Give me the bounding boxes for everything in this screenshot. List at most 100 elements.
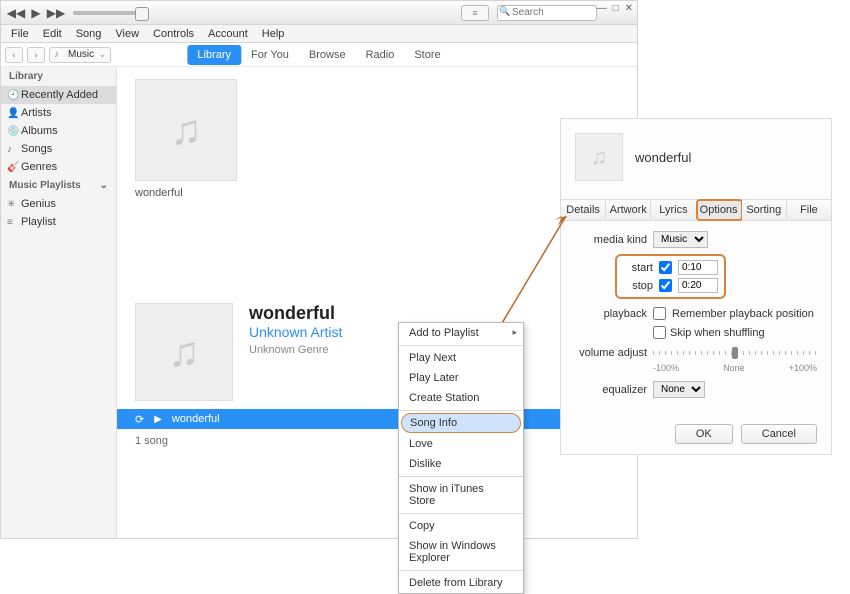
ctx-song-info[interactable]: Song Info — [401, 413, 521, 433]
media-kind-select[interactable]: Music — [653, 231, 708, 248]
forward-button[interactable]: › — [27, 47, 45, 63]
menu-song[interactable]: Song — [70, 28, 108, 40]
ctx-copy[interactable]: Copy — [399, 516, 523, 536]
ctx-love[interactable]: Love — [399, 434, 523, 454]
ctx-show-in-explorer[interactable]: Show in Windows Explorer — [399, 536, 523, 568]
music-note-icon: ♫ — [168, 328, 200, 376]
ctx-play-next[interactable]: Play Next — [399, 348, 523, 368]
remember-label: Remember playback position — [672, 308, 814, 320]
library-selector[interactable]: Music — [49, 47, 111, 63]
skip-checkbox[interactable] — [653, 326, 666, 339]
album-name: wonderful — [135, 187, 619, 199]
prev-button[interactable]: ◀◀ — [7, 4, 25, 22]
equalizer-label: equalizer — [575, 384, 647, 396]
menu-account[interactable]: Account — [202, 28, 254, 40]
dialog-tab-options[interactable]: Options — [697, 200, 742, 220]
now-playing-title: wonderful — [172, 413, 220, 425]
dialog-tab-sorting[interactable]: Sorting — [742, 200, 787, 220]
clock-icon: 🕘 — [7, 90, 19, 101]
dialog-tab-artwork[interactable]: Artwork — [606, 200, 651, 220]
maximize-button[interactable]: □ — [613, 3, 619, 14]
guitar-icon: 🎸 — [7, 162, 19, 173]
ok-button[interactable]: OK — [675, 424, 733, 444]
sidebar-item-recently-added[interactable]: 🕘Recently Added — [1, 86, 116, 104]
menu-view[interactable]: View — [109, 28, 145, 40]
menu-help[interactable]: Help — [256, 28, 291, 40]
sidebar-item-playlist[interactable]: ≡Playlist — [1, 213, 116, 231]
dialog-tab-file[interactable]: File — [787, 200, 831, 220]
now-playing-row[interactable]: ⟳ ▶ wonderful — [117, 409, 637, 429]
tab-browse[interactable]: Browse — [299, 45, 356, 65]
ctx-delete[interactable]: Delete from Library — [399, 573, 523, 593]
volume-slider[interactable] — [73, 11, 143, 15]
back-button[interactable]: ‹ — [5, 47, 23, 63]
vol-mid: None — [723, 363, 745, 373]
view-toggle-button[interactable]: ≡ — [461, 5, 489, 21]
songs-count: 1 song — [117, 429, 637, 453]
song-artwork[interactable]: ♫ — [135, 303, 233, 401]
playlist-icon: ≡ — [7, 217, 13, 228]
sidebar-item-artists[interactable]: 👤Artists — [1, 104, 116, 122]
menubar: File Edit Song View Controls Account Hel… — [1, 25, 637, 43]
dialog-title: wonderful — [635, 150, 691, 165]
play-icon: ▶ — [154, 414, 162, 425]
sidebar-item-genius[interactable]: ✳Genius — [1, 195, 116, 213]
artist-icon: 👤 — [7, 108, 19, 119]
chevron-down-icon[interactable]: ⌄ — [100, 180, 108, 191]
start-label: start — [623, 262, 653, 274]
remember-checkbox[interactable] — [653, 307, 666, 320]
next-button[interactable]: ▶▶ — [47, 4, 65, 22]
dialog-tab-lyrics[interactable]: Lyrics — [651, 200, 696, 220]
menu-controls[interactable]: Controls — [147, 28, 200, 40]
equalizer-select[interactable]: None — [653, 381, 705, 398]
stop-checkbox[interactable] — [659, 279, 672, 292]
start-stop-highlight: start stop — [615, 254, 726, 299]
genius-icon: ✳ — [7, 199, 15, 210]
ctx-show-in-store[interactable]: Show in iTunes Store — [399, 479, 523, 511]
context-menu: Add to Playlist Play Next Play Later Cre… — [398, 322, 524, 594]
ctx-play-later[interactable]: Play Later — [399, 368, 523, 388]
search-input[interactable] — [497, 5, 597, 21]
album-icon: 💿 — [7, 126, 19, 137]
tab-radio[interactable]: Radio — [356, 45, 405, 65]
song-artist[interactable]: Unknown Artist — [249, 324, 342, 340]
menu-file[interactable]: File — [5, 28, 35, 40]
music-note-icon: ♫ — [170, 106, 202, 154]
volume-adjust-slider[interactable] — [653, 351, 817, 355]
sidebar-item-genres[interactable]: 🎸Genres — [1, 158, 116, 176]
start-time-input[interactable] — [678, 260, 718, 275]
music-note-icon: ♫ — [591, 144, 608, 170]
cancel-button[interactable]: Cancel — [741, 424, 817, 444]
sidebar-item-albums[interactable]: 💿Albums — [1, 122, 116, 140]
sidebar-item-songs[interactable]: ♪Songs — [1, 140, 116, 158]
start-checkbox[interactable] — [659, 261, 672, 274]
volume-adjust-label: volume adjust — [575, 347, 647, 359]
skip-label: Skip when shuffling — [670, 327, 765, 339]
stop-label: stop — [623, 280, 653, 292]
stop-time-input[interactable] — [678, 278, 718, 293]
note-icon: ♪ — [7, 144, 12, 155]
close-button[interactable]: ✕ — [625, 3, 633, 14]
minimize-button[interactable]: — — [597, 3, 607, 14]
tab-store[interactable]: Store — [404, 45, 450, 65]
ctx-add-to-playlist[interactable]: Add to Playlist — [399, 323, 523, 343]
vol-max: +100% — [789, 363, 817, 373]
dialog-tab-details[interactable]: Details — [561, 200, 606, 220]
tab-library[interactable]: Library — [187, 45, 241, 65]
media-kind-label: media kind — [575, 234, 647, 246]
song-genre: Unknown Genre — [249, 344, 342, 356]
tab-foryou[interactable]: For You — [241, 45, 299, 65]
play-button[interactable]: ▶ — [27, 4, 45, 22]
menu-edit[interactable]: Edit — [37, 28, 68, 40]
sidebar-header-library: Library — [1, 67, 116, 86]
dialog-artwork: ♫ — [575, 133, 623, 181]
vol-min: -100% — [653, 363, 679, 373]
ctx-dislike[interactable]: Dislike — [399, 454, 523, 474]
song-title: wonderful — [249, 303, 342, 324]
song-info-dialog: ♫ wonderful Details Artwork Lyrics Optio… — [560, 118, 832, 455]
album-thumbnail[interactable]: ♫ — [135, 79, 237, 181]
loop-icon: ⟳ — [135, 413, 144, 426]
sidebar-header-playlists: Music Playlists⌄ — [1, 176, 116, 195]
ctx-create-station[interactable]: Create Station — [399, 388, 523, 408]
playback-label: playback — [575, 308, 647, 320]
